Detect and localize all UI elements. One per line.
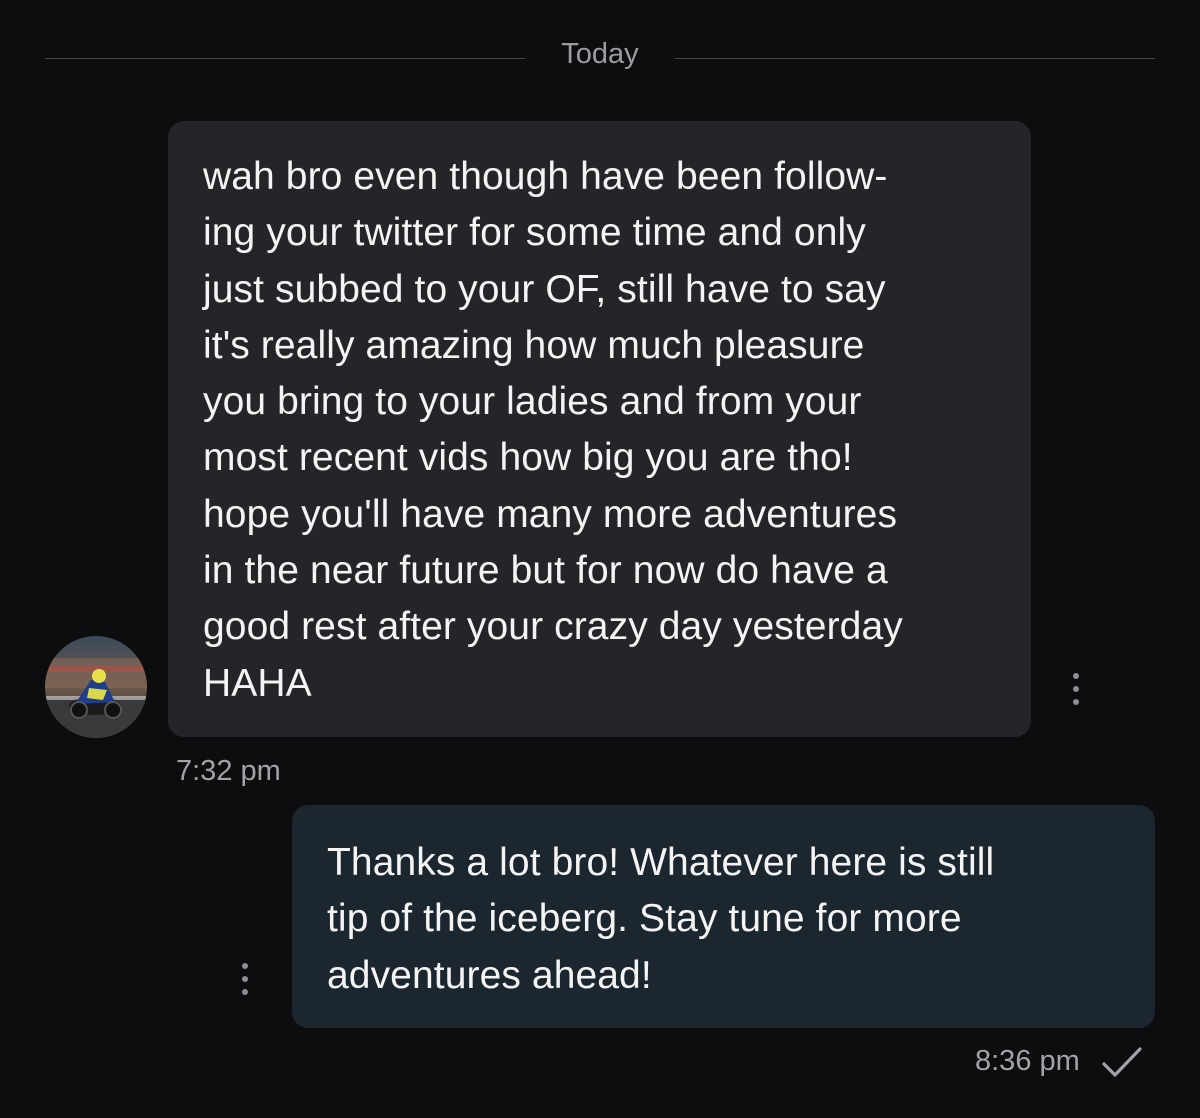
- outgoing-message-text: Thanks a lot bro! Whatever here is still…: [327, 841, 995, 997]
- date-label: Today: [561, 38, 639, 70]
- incoming-message-text: wah bro even though have been follow- in…: [203, 155, 903, 705]
- incoming-message-bubble[interactable]: wah bro even though have been follow- in…: [168, 121, 1031, 737]
- incoming-message-time: 7:32 pm: [176, 755, 281, 787]
- motorcycle-racer-avatar-icon: [45, 636, 147, 738]
- date-divider: Today: [45, 30, 1155, 86]
- sender-avatar[interactable]: [45, 636, 147, 738]
- outgoing-message-bubble[interactable]: Thanks a lot bro! Whatever here is still…: [292, 805, 1155, 1028]
- checkmark-icon: [1102, 1047, 1142, 1077]
- outgoing-message-time: 8:36 pm: [975, 1045, 1080, 1077]
- incoming-message-more-vertical-icon[interactable]: [1064, 671, 1088, 711]
- outgoing-message-more-vertical-icon[interactable]: [233, 961, 257, 1001]
- divider-line-right: [675, 58, 1155, 59]
